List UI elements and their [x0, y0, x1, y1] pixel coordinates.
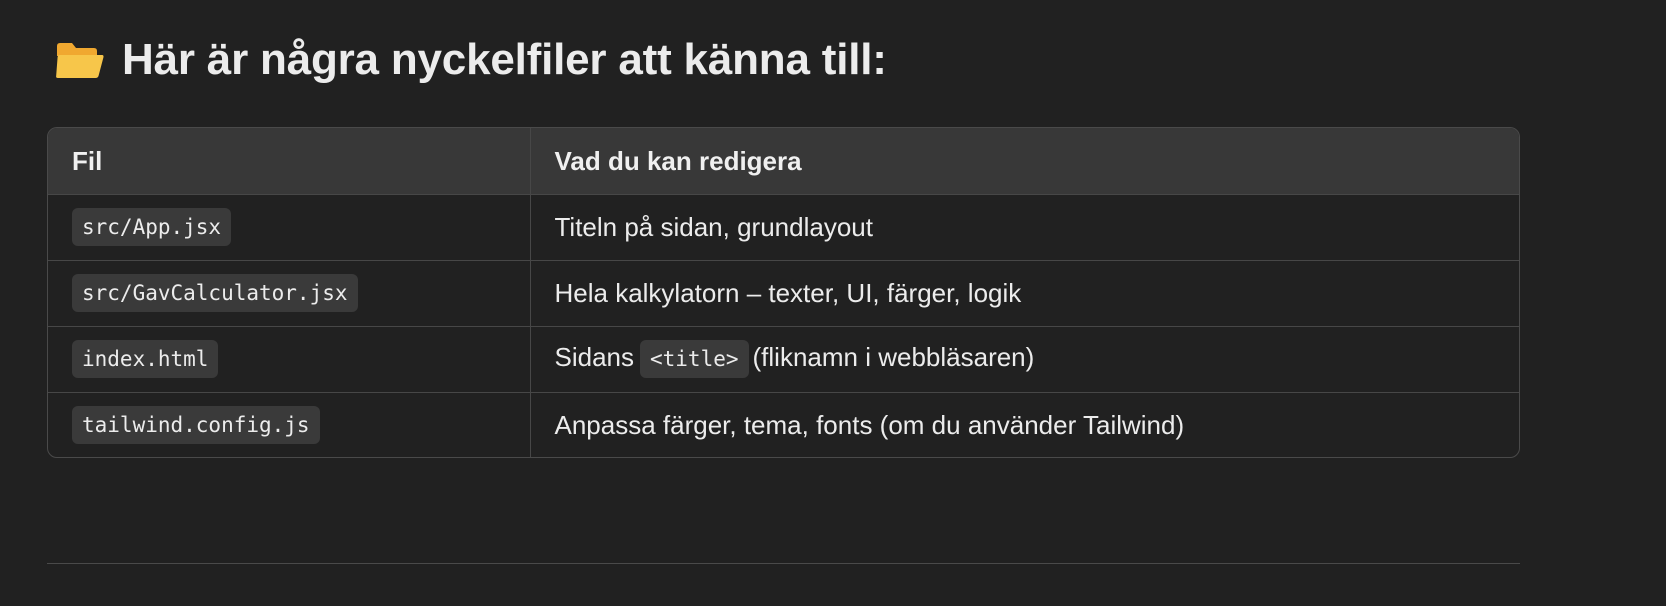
- table-row: src/App.jsx Titeln på sidan, grundlayout: [48, 194, 1519, 261]
- table-header-row: Fil Vad du kan redigera: [48, 128, 1519, 195]
- column-header-description: Vad du kan redigera: [530, 128, 1519, 195]
- file-cell: index.html: [48, 326, 531, 393]
- description-cell: Sidans <title> (fliknamn i webbläsaren): [530, 326, 1519, 393]
- key-files-table: Fil Vad du kan redigera src/App.jsx Tite…: [47, 127, 1520, 458]
- file-path-code: index.html: [72, 340, 219, 378]
- description-text-before: Sidans: [554, 342, 635, 372]
- file-cell: src/GavCalculator.jsx: [48, 260, 531, 327]
- table-row: tailwind.config.js Anpassa färger, tema,…: [48, 392, 1519, 457]
- section-heading-text: Här är några nyckelfiler att känna till:: [122, 35, 887, 84]
- horizontal-divider: [47, 563, 1520, 564]
- file-path-code: src/GavCalculator.jsx: [72, 274, 358, 312]
- description-text-after: (fliknamn i webbläsaren): [752, 342, 1035, 372]
- section-heading: Här är några nyckelfiler att känna till:: [54, 30, 887, 90]
- table-row: src/GavCalculator.jsx Hela kalkylatorn –…: [48, 260, 1519, 327]
- column-header-file: Fil: [48, 128, 531, 195]
- inline-code: <title>: [640, 340, 749, 378]
- description-cell: Titeln på sidan, grundlayout: [530, 194, 1519, 261]
- description-cell: Hela kalkylatorn – texter, UI, färger, l…: [530, 260, 1519, 327]
- file-path-code: src/App.jsx: [72, 208, 232, 246]
- file-cell: tailwind.config.js: [48, 392, 531, 457]
- file-path-code: tailwind.config.js: [72, 406, 320, 445]
- file-cell: src/App.jsx: [48, 194, 531, 261]
- open-folder-icon: [56, 43, 104, 78]
- table-row: index.html Sidans <title> (fliknamn i webb…: [48, 326, 1519, 393]
- description-cell: Anpassa färger, tema, fonts (om du använ…: [554, 410, 1185, 441]
